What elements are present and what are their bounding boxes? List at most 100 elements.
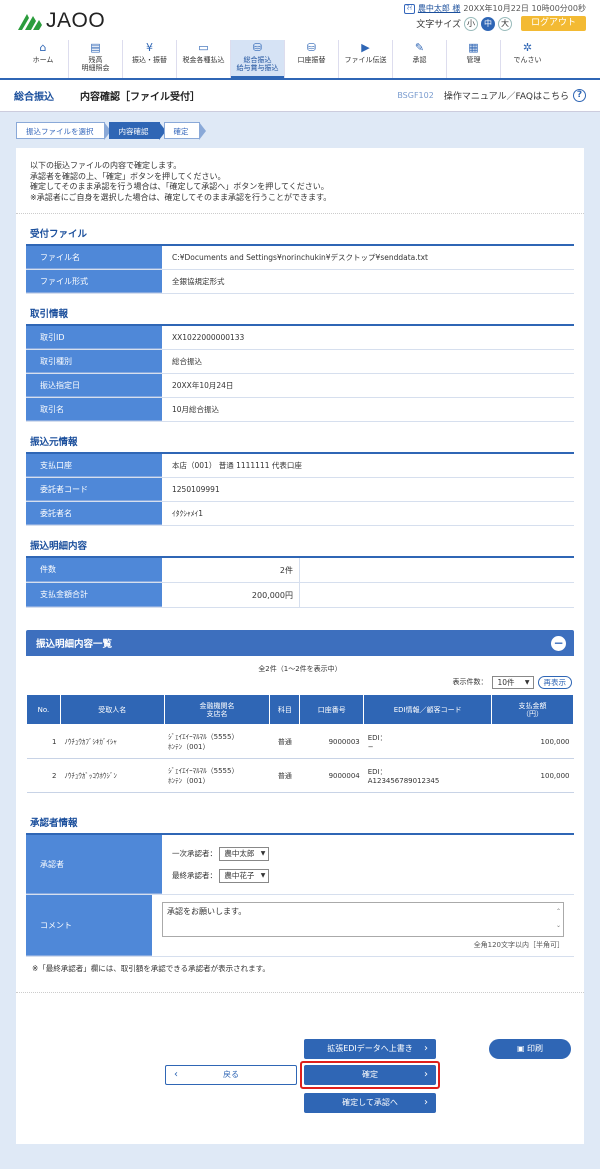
instruction-line: ※承認者にご自身を選択した場合は、確定してそのまま承認を行うことができます。 <box>30 192 332 202</box>
page-category: 総合振込 <box>14 92 54 103</box>
nav-item-label: ファイル伝送 <box>344 56 387 64</box>
transaction-name-row: 取引名 10月総合振込 <box>26 398 574 422</box>
detail-table: No. 受取人名 金融機関名 支店名 科目 口座番号 EDI情報／顧客コード 支払… <box>26 694 574 793</box>
row-label: 委託者名 <box>26 502 162 525</box>
row-label: ファイル名 <box>26 246 162 269</box>
chevron-right-icon: › <box>424 1069 428 1080</box>
font-size-label: 文字サイズ <box>416 20 461 30</box>
final-approver-select[interactable]: 農中花子 <box>219 868 270 883</box>
step-select-file: 振込ファイルを選択 <box>16 122 110 140</box>
count-row: 件数 2件 <box>26 558 574 583</box>
nav-item-approval[interactable]: ✎ 承認 <box>392 40 446 78</box>
font-size-large-button[interactable]: 大 <box>497 16 512 31</box>
row-label: 委託者コード <box>26 478 162 501</box>
first-approver-select[interactable]: 農中太郎 <box>219 846 270 861</box>
column-header: EDI情報／顧客コード <box>363 694 493 725</box>
detail-list-header[interactable]: 振込明細内容一覧 − <box>26 630 574 656</box>
logout-button[interactable]: ログアウト <box>520 16 586 31</box>
confirm-label: 確定 <box>362 1070 378 1079</box>
detail-summary-section: 振込明細内容 件数 2件 支払金額合計 200,000円 <box>26 526 574 608</box>
per-page-select[interactable]: 10件 <box>491 675 534 689</box>
step-indicator: 振込ファイルを選択 内容確認 確定 <box>0 112 600 146</box>
user-name-link[interactable]: 農中太郎 様 <box>418 3 461 14</box>
payee-name: ﾉｳﾁｭｳｶﾞｯｺｳﾎｳｼﾞﾝ <box>60 758 165 793</box>
confirm-and-approve-button[interactable]: 確定して承認へ › <box>304 1093 436 1113</box>
nav-item-bulk-transfer[interactable]: ⛁ 総合振込 給与賞与振込 <box>230 40 284 78</box>
chevron-left-icon: ‹ <box>174 1069 178 1080</box>
edi-info: EDI： A123456789012345 <box>363 758 492 793</box>
nav-item-file[interactable]: ▶ ファイル伝送 <box>338 40 392 78</box>
row-label: 承認者 <box>26 835 162 894</box>
file-section: 受付ファイル ファイル名 C:¥Documents and Settings¥n… <box>26 214 574 294</box>
nav-item-direct-debit[interactable]: ⛁ 口座振替 <box>284 40 338 78</box>
collapse-icon[interactable]: − <box>551 635 566 651</box>
nav-item-balance[interactable]: ▤ 残高 明細照会 <box>68 40 122 78</box>
row-label: 取引種別 <box>26 350 162 373</box>
row-value: 10月総合振込 <box>172 405 220 414</box>
redisplay-button[interactable]: 再表示 <box>537 675 572 689</box>
row-label: 取引名 <box>26 398 162 421</box>
table-row: 2 ﾉｳﾁｭｳｶﾞｯｺｳﾎｳｼﾞﾝ ｼﾞｪｲｴｲｰﾏﾙﾏﾙ（5555） ﾎﾝﾃﾝ（… <box>26 758 574 793</box>
transfer-date-row: 振込指定日 20XX年10月24日 <box>26 374 574 398</box>
print-button[interactable]: ▣ 印刷 <box>489 1039 571 1059</box>
row-label: 支払金額合計 <box>26 583 162 607</box>
row-value: 1250109991 <box>172 485 220 494</box>
row-value: 総合振込 <box>172 357 202 366</box>
per-page-label: 表示件数： <box>452 678 488 686</box>
comment-values: 承認をお願いします。 ⌃ ⌄ 全角120文字以内［半角可］ <box>152 895 574 956</box>
row-value: ｲﾀｸｼｬﾒｲ1 <box>172 509 204 518</box>
column-header: 支払金額 （円） <box>491 694 574 725</box>
column-header: 科目 <box>269 694 301 725</box>
admin-icon: ▦ <box>468 41 479 54</box>
approver-values: 一次承認者： 農中太郎 最終承認者： 農中花子 <box>162 835 574 894</box>
nav-item-tax[interactable]: ▭ 税金各種払込 <box>176 40 230 78</box>
section-title: 受付ファイル <box>26 214 574 246</box>
final-approver-label: 最終承認者： <box>172 870 217 880</box>
logo-text: JAOO <box>46 9 106 32</box>
column-header: 金融機関名 支店名 <box>163 694 271 725</box>
file-icon: ▶ <box>361 41 370 54</box>
first-approver-field: 一次承認者： 農中太郎 <box>172 846 270 861</box>
file-format-row: ファイル形式 全銀協規定形式 <box>26 270 574 294</box>
row-no: 1 <box>26 724 61 759</box>
densai-icon: ✲ <box>522 41 533 54</box>
row-value: C:¥Documents and Settings¥norinchukin¥デス… <box>172 253 428 262</box>
list-controls: 表示件数： 10件 再表示 <box>28 674 572 690</box>
comment-row: コメント 承認をお願いします。 ⌃ ⌄ 全角120文字以内［半角可］ <box>26 895 574 957</box>
step-finalize: 確定 <box>163 122 206 140</box>
print-label: 印刷 <box>527 1044 544 1053</box>
nav-item-home[interactable]: ⌂ ホーム <box>18 40 68 78</box>
edi-overwrite-label: 拡張EDIデータへ上書き <box>327 1044 413 1053</box>
transfer-icon: ¥ <box>146 41 153 54</box>
nav-item-label: 税金各種払込 <box>182 56 225 64</box>
textarea-scroll-icon: ⌃ ⌄ <box>555 907 561 929</box>
comment-limit: 全角120文字以内［半角可］ <box>473 940 564 949</box>
row-label: ファイル形式 <box>26 270 162 293</box>
instruction-line: 確定してそのまま承認を行う場合は、「確定して承認へ」ボタンを押してください。 <box>30 182 329 191</box>
back-button[interactable]: ‹ 戻る <box>165 1065 297 1085</box>
consignor-code-row: 委託者コード 1250109991 <box>26 478 574 502</box>
confirm-button[interactable]: 確定 › <box>304 1065 436 1085</box>
nav-item-label: 管理 <box>466 56 481 64</box>
font-size-small-button[interactable]: 小 <box>463 16 478 31</box>
font-size-medium-button[interactable]: 中 <box>480 16 495 31</box>
nav-item-transfer[interactable]: ¥ 振込・振替 <box>122 40 176 78</box>
screen-code: BSGF102 <box>397 91 434 100</box>
chevron-right-icon: › <box>424 1097 428 1108</box>
total-amount-row: 支払金額合計 200,000円 <box>26 583 574 608</box>
row-label: コメント <box>26 895 152 956</box>
nav-item-densai[interactable]: ✲ でんさい <box>500 40 554 78</box>
comment-textarea[interactable]: 承認をお願いします。 ⌃ ⌄ <box>162 901 564 937</box>
nav-item-admin[interactable]: ▦ 管理 <box>446 40 500 78</box>
row-label: 件数 <box>26 558 162 582</box>
bank-branch: ｼﾞｪｲｴｲｰﾏﾙﾏﾙ（5555） ﾎﾝﾃﾝ（001） <box>164 758 270 793</box>
logo[interactable]: JAOO <box>16 9 105 33</box>
balance-icon: ▤ <box>90 41 101 54</box>
payment-amount: 100,000 <box>491 758 574 793</box>
section-title: 取引情報 <box>26 294 574 326</box>
help-icon: ? <box>573 89 586 102</box>
help-link[interactable]: 操作マニュアル／FAQはこちら ? <box>444 89 586 102</box>
edi-overwrite-button[interactable]: 拡張EDIデータへ上書き › <box>304 1039 436 1059</box>
approval-icon: ✎ <box>414 41 425 54</box>
login-time: 20XX年10月22日 10時00分00秒 <box>463 4 586 13</box>
